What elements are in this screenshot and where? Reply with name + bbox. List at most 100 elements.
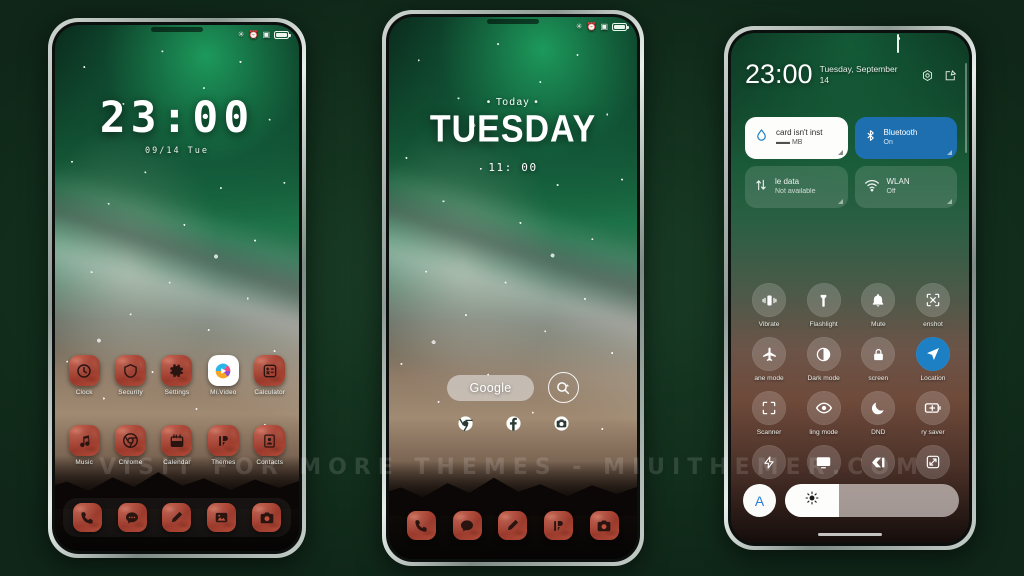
music-note-icon (68, 425, 100, 456)
toggle-mute[interactable]: Mute (852, 283, 904, 328)
toggle-label: Mute (870, 321, 886, 328)
app-label: Clock (75, 389, 93, 396)
quick-settings-row-3: Scanner ling mode DND ry saver (741, 391, 961, 436)
toggle-lock-screen[interactable]: screen (852, 337, 904, 382)
toggle-label: ane mode (754, 375, 784, 382)
phone-icon[interactable] (407, 511, 437, 540)
vibrate-icon (752, 283, 786, 317)
toggle-label: enshot (923, 321, 943, 328)
facebook-icon[interactable] (505, 415, 522, 432)
alarm-icon: ⏰ (586, 22, 597, 31)
app-icon-security[interactable]: Security (111, 355, 151, 396)
edit-icon[interactable] (944, 69, 957, 87)
toggle-screenshot[interactable]: enshot (907, 283, 959, 328)
sd-card-icon: ▣ (262, 30, 270, 39)
phone-icon[interactable] (72, 503, 102, 532)
card-subtitle: Off (886, 188, 896, 196)
app-label: Calendar (163, 459, 191, 466)
app-label: Security (118, 389, 143, 396)
app-icon-contacts[interactable]: Contacts (250, 425, 290, 466)
image-icon[interactable] (207, 503, 237, 532)
card-sim[interactable]: card isn't inst ▬▬ MB (745, 117, 848, 159)
message-bubble-icon[interactable] (452, 511, 482, 540)
toggle-location[interactable]: Location (907, 337, 959, 382)
app-icon-calendar[interactable]: Calendar (157, 425, 197, 466)
airplane-icon (752, 337, 786, 371)
camera-icon[interactable] (252, 503, 282, 532)
shade-header: 23:00 Tuesday, September 14 (745, 61, 957, 88)
app-icon-themes[interactable]: Themes (203, 425, 243, 466)
toggle-label: DND (871, 429, 886, 436)
toggle-lightning[interactable] (743, 445, 795, 483)
sd-card-icon: ▣ (600, 22, 608, 31)
expand-corner[interactable] (947, 199, 952, 204)
card-title: card isn't inst (776, 128, 823, 138)
app-icon-clock[interactable]: Clock (64, 355, 104, 396)
themes-icon (207, 425, 239, 456)
camera-icon[interactable] (589, 511, 619, 540)
card-subtitle: Not available (775, 188, 816, 196)
toggle-floating-window[interactable] (852, 445, 904, 483)
wifi-icon (864, 177, 880, 198)
cast-icon (806, 445, 841, 479)
google-search-input[interactable]: Google (447, 374, 534, 401)
toggle-scanner[interactable]: Scanner (743, 391, 795, 436)
shield-icon (115, 355, 147, 386)
app-icon-calculator[interactable]: Calculator (250, 355, 290, 396)
card-mobile-data[interactable]: le data Not available (745, 166, 848, 208)
shade-clock: 23:00 (745, 59, 813, 89)
app-icon-music[interactable]: Music (64, 425, 104, 466)
card-wlan[interactable]: WLAN Off (854, 166, 957, 208)
expand-corner[interactable] (837, 199, 843, 204)
search-icon[interactable] (547, 372, 579, 403)
clock-icon (68, 355, 100, 386)
camera-icon[interactable] (553, 415, 570, 432)
screenshot-icon (915, 283, 950, 317)
card-subtitle: On (883, 139, 893, 147)
toggle-dark-mode[interactable]: Dark mode (798, 337, 850, 382)
flashlight-icon (806, 283, 841, 317)
home-indicator[interactable] (818, 533, 882, 536)
app-label: Calculator (254, 389, 286, 396)
google-search-bar[interactable]: Google (389, 372, 637, 403)
toggle-cast[interactable] (798, 445, 850, 483)
phone-1-bezel: ✳ ⏰ ▣ 23:00 09/14 Tue Clock Security Set… (52, 22, 302, 554)
gear-icon[interactable] (921, 69, 934, 87)
themes-icon[interactable] (544, 511, 574, 540)
app-grid-row-2: Music Chrome Calendar Themes Contacts (55, 425, 299, 466)
app-icon-settings[interactable]: Settings (157, 355, 197, 396)
message-bubble-icon[interactable] (117, 503, 147, 532)
card-subtitle: ▬▬ MB (776, 139, 803, 147)
chrome-icon[interactable] (457, 415, 474, 432)
toggle-rotate-screen[interactable] (907, 445, 959, 483)
toggle-reading-mode[interactable]: ling mode (798, 391, 850, 436)
toggle-label: Dark mode (807, 375, 840, 382)
app-label: Chrome (118, 459, 143, 466)
expand-corner[interactable] (837, 150, 843, 155)
screenshot-canvas: ✳ ⏰ ▣ 23:00 09/14 Tue Clock Security Set… (0, 0, 1024, 576)
widget-time: 11: 00 (488, 161, 538, 174)
calendar-icon (161, 425, 193, 456)
toggle-flashlight[interactable]: Flashlight (798, 283, 850, 328)
toggle-vibrate[interactable]: Vibrate (743, 283, 795, 328)
card-bluetooth[interactable]: Bluetooth On (854, 117, 957, 159)
auto-brightness-button[interactable]: A (743, 484, 776, 517)
lock-clock-time: 23:00 (99, 93, 255, 143)
pencil-icon[interactable] (162, 503, 192, 532)
app-grid-row-1: Clock Security Settings Mi.Video Calcula… (55, 355, 299, 396)
lock-screen-clock-widget: 23:00 09/14 Tue (55, 93, 299, 156)
toggle-airplane-mode[interactable]: ane mode (743, 337, 795, 382)
bluetooth-icon: ✳ (237, 30, 245, 39)
app-icon-mi-video[interactable]: Mi.Video (203, 355, 243, 396)
brightness-slider[interactable] (785, 484, 959, 517)
pencil-icon[interactable] (498, 511, 528, 540)
phone-3-bezel: ency calls only ✳ ⏰ ▣ 23:00 Tuesday, Sep… (728, 30, 972, 546)
expand-corner[interactable] (947, 150, 952, 155)
contacts-icon (254, 425, 286, 456)
toggle-dnd[interactable]: DND (852, 391, 904, 436)
toggle-battery-saver[interactable]: ry saver (907, 391, 959, 436)
scrollbar[interactable] (965, 63, 967, 153)
brightness-control: A (743, 484, 959, 517)
app-icon-chrome[interactable]: Chrome (111, 425, 151, 466)
quick-settings-grid: Vibrate Flashlight Mute enshot ane mode … (741, 283, 961, 492)
